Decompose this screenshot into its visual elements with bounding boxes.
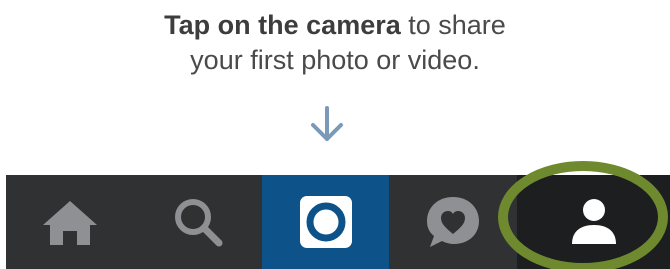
heart-bubble-icon bbox=[427, 197, 479, 247]
arrow-down-icon bbox=[311, 106, 343, 141]
person-icon bbox=[571, 199, 616, 244]
prompt-line-1-rest: to share bbox=[400, 10, 506, 40]
tab-profile[interactable] bbox=[517, 175, 670, 269]
prompt-line-1: Tap on the camera to share bbox=[0, 8, 670, 43]
home-icon bbox=[43, 201, 97, 245]
tab-activity[interactable] bbox=[389, 175, 517, 269]
tab-camera[interactable] bbox=[262, 175, 389, 269]
search-icon bbox=[175, 199, 223, 247]
tab-search[interactable] bbox=[134, 175, 262, 269]
camera-icon bbox=[299, 196, 352, 248]
prompt-bold-text: Tap on the camera bbox=[164, 10, 401, 40]
bottom-tab-bar bbox=[6, 175, 670, 269]
tab-home[interactable] bbox=[6, 175, 134, 269]
onboarding-prompt: Tap on the camera to share your first ph… bbox=[0, 8, 670, 78]
prompt-line-2: your first photo or video. bbox=[190, 45, 480, 75]
